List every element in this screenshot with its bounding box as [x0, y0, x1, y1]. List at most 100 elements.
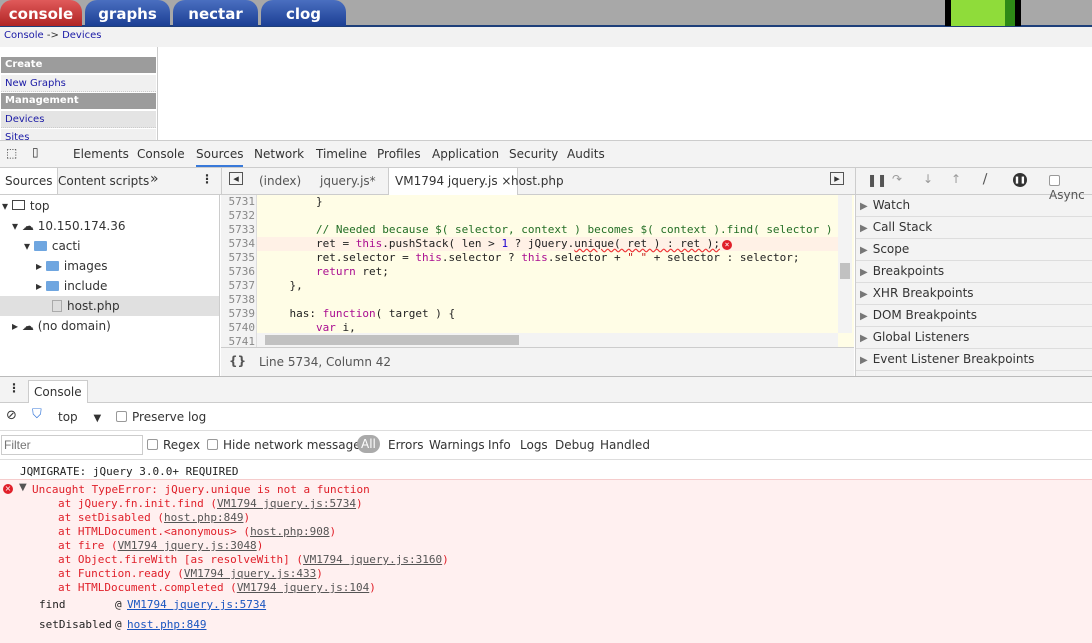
line-number[interactable]: 5731: [221, 195, 256, 208]
tab-network[interactable]: Network: [254, 147, 304, 161]
tab-graphs[interactable]: graphs: [85, 0, 170, 26]
step-out-icon[interactable]: ↑: [951, 172, 961, 186]
stack-link[interactable]: VM1794 jquery.js:3160: [303, 553, 442, 566]
tab-profiles[interactable]: Profiles: [377, 147, 421, 161]
drawer-menu-icon[interactable]: ⋮: [8, 381, 20, 395]
level-debug[interactable]: Debug: [555, 438, 594, 452]
tab-audits[interactable]: Audits: [567, 147, 605, 161]
pause-on-exceptions-icon[interactable]: ❚❚: [1013, 173, 1027, 187]
file-tab-jquery-modified[interactable]: jquery.js*: [320, 174, 376, 188]
checkbox-icon[interactable]: [207, 439, 218, 450]
error-marker-icon[interactable]: ×: [722, 240, 732, 250]
tree-item-images[interactable]: ▸ images: [36, 259, 108, 273]
level-errors[interactable]: Errors: [388, 438, 424, 452]
line-number[interactable]: 5733: [221, 223, 256, 236]
vertical-scrollbar[interactable]: [838, 195, 852, 333]
deactivate-breakpoints-icon[interactable]: ⧸: [983, 172, 987, 187]
level-logs[interactable]: Logs: [520, 438, 548, 452]
line-number[interactable]: 5737: [221, 279, 256, 292]
sidebar-item-devices[interactable]: Devices: [1, 111, 156, 128]
toggle-debugger-icon[interactable]: ▸: [830, 172, 844, 185]
tree-item-no-domain[interactable]: ▸ ☁ (no domain): [12, 319, 111, 333]
level-handled[interactable]: Handled: [600, 438, 650, 452]
close-tab-icon[interactable]: ×: [501, 174, 511, 188]
stack-link[interactable]: host.php:849: [164, 511, 243, 524]
tab-application[interactable]: Application: [432, 147, 499, 161]
line-number[interactable]: 5738: [221, 293, 256, 306]
clear-console-icon[interactable]: ⊘: [6, 408, 17, 423]
filter-input[interactable]: [1, 435, 143, 455]
collapsed-arrow-icon[interactable]: ▸: [36, 279, 42, 293]
debugger-section-dom-breakpoints[interactable]: ▶ DOM Breakpoints: [856, 305, 1092, 327]
scroll-thumb[interactable]: [840, 263, 850, 279]
level-info[interactable]: Info: [488, 438, 511, 452]
tree-item-host[interactable]: ▾ ☁ 10.150.174.36: [12, 219, 125, 233]
tree-item-cacti[interactable]: ▾ cacti: [24, 239, 80, 253]
step-into-icon[interactable]: ↓: [923, 172, 933, 186]
stack-link[interactable]: VM1794 jquery.js:3048: [118, 539, 257, 552]
context-select[interactable]: top ▼: [58, 410, 101, 424]
checkbox-icon[interactable]: [116, 411, 127, 422]
tab-security[interactable]: Security: [509, 147, 558, 161]
expand-arrow-icon[interactable]: ▾: [12, 219, 18, 233]
tree-item-host-php[interactable]: host.php: [0, 296, 219, 316]
line-number[interactable]: 5736: [221, 265, 256, 278]
toggle-navigator-icon[interactable]: ◂: [229, 172, 243, 185]
tree-item-top[interactable]: ▾ top: [2, 199, 50, 213]
more-tabs-icon[interactable]: »: [150, 171, 159, 187]
navigator-tab-content-scripts[interactable]: Content scripts: [58, 174, 149, 188]
pretty-print-button[interactable]: {}: [229, 354, 246, 368]
stack-link[interactable]: VM1794 jquery.js:433: [184, 567, 316, 580]
inspect-element-icon[interactable]: ⬚: [6, 146, 17, 160]
line-number[interactable]: 5735: [221, 251, 256, 264]
tab-timeline[interactable]: Timeline: [316, 147, 367, 161]
collapsed-arrow-icon[interactable]: ▸: [12, 319, 18, 333]
horizontal-scrollbar[interactable]: [257, 333, 838, 347]
expand-arrow-icon[interactable]: ▼: [19, 482, 27, 493]
scroll-thumb[interactable]: [265, 335, 519, 345]
file-tab-vm1794-jquery[interactable]: VM1794 jquery.js ×: [388, 168, 519, 195]
tab-clog[interactable]: clog: [261, 0, 346, 26]
stack-link[interactable]: host.php:908: [250, 525, 329, 538]
collapsed-arrow-icon[interactable]: ▸: [36, 259, 42, 273]
debugger-section-xhr-breakpoints[interactable]: ▶ XHR Breakpoints: [856, 283, 1092, 305]
stack-link[interactable]: VM1794 jquery.js:5734: [217, 497, 356, 510]
tab-nectar[interactable]: nectar: [173, 0, 258, 26]
line-number[interactable]: 5740: [221, 321, 256, 334]
expand-arrow-icon[interactable]: ▾: [24, 239, 30, 253]
device-mode-icon[interactable]: ▯: [32, 145, 39, 159]
stack-link[interactable]: VM1794 jquery.js:104: [237, 581, 369, 594]
hide-network-checkbox[interactable]: Hide network messages: [207, 438, 367, 452]
file-tab-index[interactable]: (index): [259, 174, 301, 188]
line-number[interactable]: 5739: [221, 307, 256, 320]
line-number[interactable]: 5732: [221, 209, 256, 222]
checkbox-icon[interactable]: [147, 439, 158, 450]
debugger-section-call-stack[interactable]: ▶ Call Stack: [856, 217, 1092, 239]
tab-elements[interactable]: Elements: [73, 147, 129, 161]
tree-item-include[interactable]: ▸ include: [36, 279, 107, 293]
sidebar-item-new-graphs[interactable]: New Graphs: [1, 75, 156, 92]
frame-link[interactable]: host.php:849: [127, 618, 206, 631]
code-editor[interactable]: 5731 5732 5733 5734 5735 5736 5737 5738 5739 5740…: [221, 195, 854, 348]
filter-icon[interactable]: ⛉: [32, 407, 42, 422]
level-warnings[interactable]: Warnings: [429, 438, 485, 452]
checkbox-icon[interactable]: [1049, 175, 1060, 186]
drawer-tab-console[interactable]: Console: [28, 380, 88, 403]
breadcrumb-console[interactable]: Console: [4, 30, 44, 41]
file-tab-host-php[interactable]: host.php: [511, 174, 564, 188]
debugger-section-scope[interactable]: ▶ Scope: [856, 239, 1092, 261]
tab-console[interactable]: console: [0, 0, 82, 26]
breadcrumb-devices[interactable]: Devices: [62, 30, 101, 41]
step-over-icon[interactable]: ↷: [892, 172, 902, 186]
tab-console[interactable]: Console: [137, 147, 185, 161]
pause-icon[interactable]: ❚❚: [867, 173, 887, 187]
regex-checkbox[interactable]: Regex: [147, 438, 200, 452]
line-number[interactable]: 5734: [221, 237, 256, 250]
expand-arrow-icon[interactable]: ▾: [2, 199, 8, 213]
menu-dots-icon[interactable]: ⋮: [201, 172, 213, 186]
frame-link[interactable]: VM1794 jquery.js:5734: [127, 598, 266, 611]
debugger-section-breakpoints[interactable]: ▶ Breakpoints: [856, 261, 1092, 283]
preserve-log-checkbox[interactable]: Preserve log: [116, 410, 206, 424]
debugger-section-global-listeners[interactable]: ▶ Global Listeners: [856, 327, 1092, 349]
navigator-tab-sources[interactable]: Sources: [0, 168, 59, 194]
